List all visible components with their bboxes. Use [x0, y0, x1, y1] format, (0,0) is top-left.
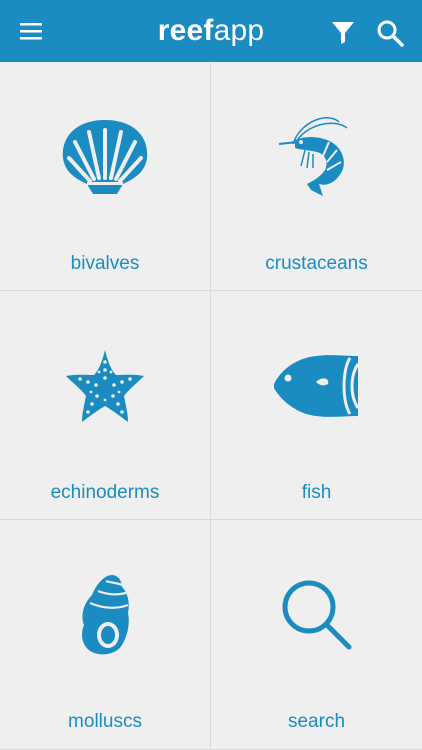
shell-icon — [50, 102, 160, 212]
category-echinoderms[interactable]: echinoderms — [0, 291, 211, 520]
fish-icon — [262, 331, 372, 441]
category-label: echinoderms — [50, 482, 160, 503]
category-label: search — [287, 711, 346, 732]
filter-icon[interactable] — [330, 20, 356, 46]
app-title-light: app — [213, 14, 265, 47]
category-crustaceans[interactable]: crustaceans — [211, 62, 422, 291]
category-molluscs[interactable]: molluscs — [0, 520, 211, 750]
category-grid: bivalves crustaceans echinoderms fish mo… — [0, 62, 422, 750]
app-title-bold: reef — [157, 14, 214, 47]
hamburger-menu-icon[interactable] — [20, 20, 42, 42]
magnifier-icon — [262, 560, 372, 670]
snail-shell-icon — [50, 560, 160, 670]
app-title: reefapp — [158, 14, 265, 48]
category-fish[interactable]: fish — [211, 291, 422, 520]
shrimp-icon — [262, 102, 372, 212]
category-label: fish — [301, 482, 332, 503]
app-bar: reefapp — [0, 0, 422, 62]
category-label: molluscs — [68, 711, 142, 732]
category-label: bivalves — [70, 253, 140, 274]
category-bivalves[interactable]: bivalves — [0, 62, 211, 291]
search-icon[interactable] — [376, 19, 404, 47]
starfish-icon — [50, 331, 160, 441]
category-search[interactable]: search — [211, 520, 422, 750]
category-label: crustaceans — [265, 253, 368, 274]
